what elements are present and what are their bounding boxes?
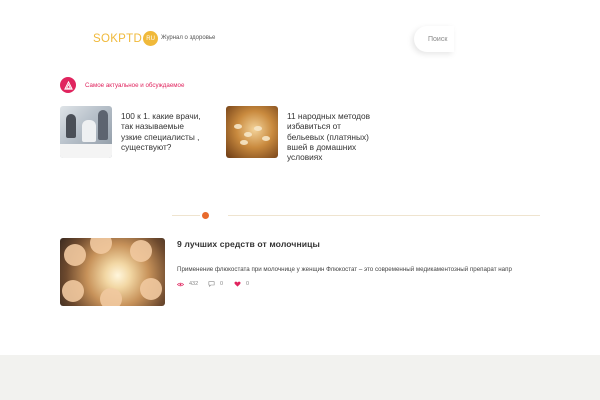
comments-counter: 0 bbox=[208, 281, 223, 287]
likes-counter[interactable]: 0 bbox=[234, 281, 249, 287]
featured-card-title[interactable]: 100 к 1. какие врачи, так называемые узк… bbox=[121, 111, 206, 158]
comment-icon bbox=[208, 281, 215, 287]
site-logo[interactable]: SOKPTD RU bbox=[93, 31, 159, 46]
views-counter: 432 bbox=[177, 281, 198, 287]
logo-text: SOKPTD bbox=[93, 32, 143, 45]
site-tagline: Журнал о здоровье bbox=[161, 35, 216, 41]
doctors-meeting-photo[interactable] bbox=[60, 106, 112, 158]
heart-icon[interactable] bbox=[234, 281, 241, 287]
section-divider bbox=[172, 213, 540, 218]
search-input[interactable]: Поиск bbox=[414, 26, 454, 52]
trending-icon bbox=[60, 77, 76, 93]
section-title: Самое актуальное и обсуждаемое bbox=[85, 82, 185, 89]
views-count: 432 bbox=[189, 281, 199, 287]
likes-count: 0 bbox=[246, 281, 250, 287]
article-title[interactable]: 9 лучших средств от молочницы bbox=[177, 239, 320, 249]
women-circle-photo[interactable] bbox=[60, 238, 165, 306]
page-footer bbox=[0, 355, 600, 400]
divider-dot bbox=[202, 212, 209, 219]
logo-badge: RU bbox=[143, 31, 159, 46]
featured-card-title[interactable]: 11 народных методов избавиться от бельев… bbox=[287, 111, 372, 162]
eye-icon bbox=[177, 282, 184, 286]
comments-count: 0 bbox=[220, 281, 224, 287]
article-excerpt: Применение флюкостата при молочнице у же… bbox=[177, 266, 512, 273]
featured-card[interactable]: 100 к 1. какие врачи, так называемые узк… bbox=[60, 106, 206, 158]
featured-card[interactable]: 11 народных методов избавиться от бельев… bbox=[226, 106, 372, 162]
lice-macro-photo[interactable] bbox=[226, 106, 278, 158]
